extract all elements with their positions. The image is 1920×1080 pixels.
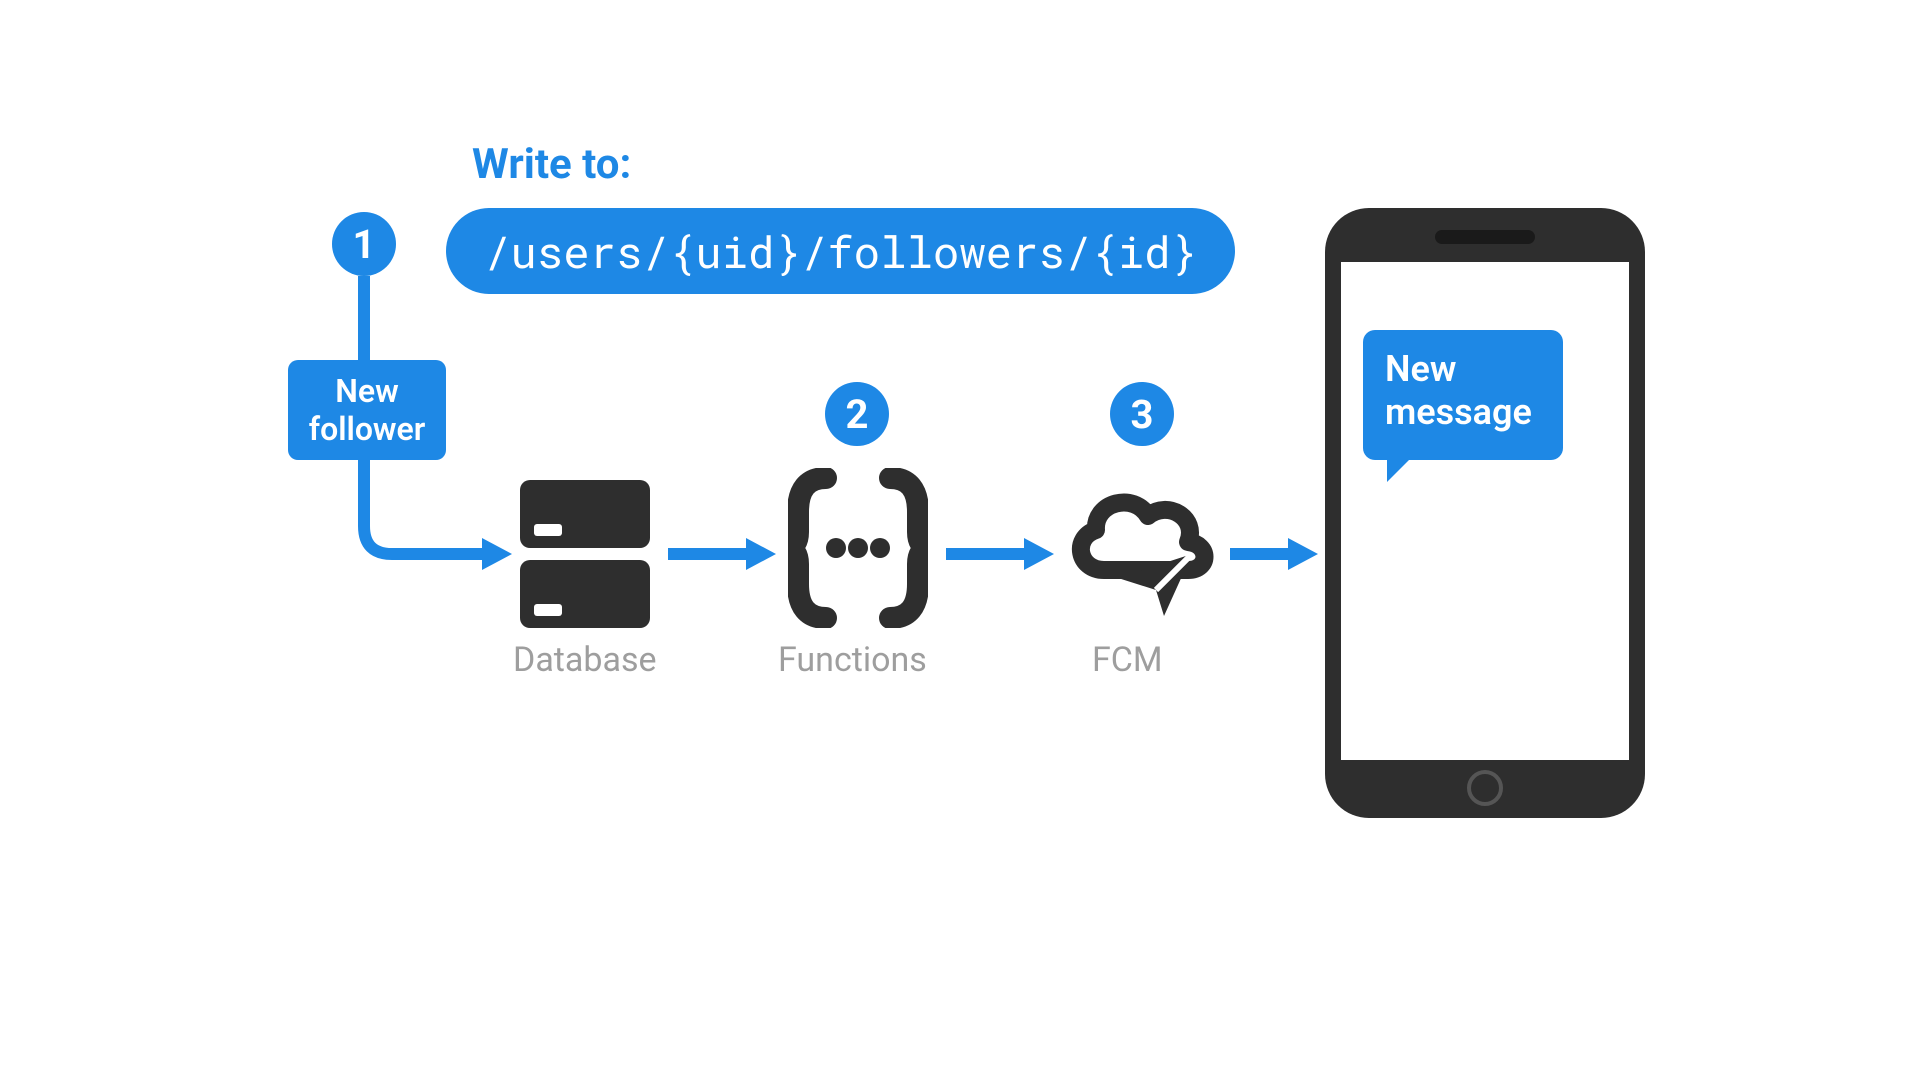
- database-icon: [520, 480, 650, 630]
- functions-label: Functions: [778, 640, 927, 680]
- new-follower-box: New follower: [288, 360, 446, 460]
- phone-screen: New message: [1341, 262, 1629, 760]
- diagram-canvas: Write to: /users/{uid}/followers/{id} 1 …: [240, 60, 1680, 1020]
- functions-icon: [788, 468, 928, 628]
- arrow-db-to-fn: [668, 538, 776, 570]
- database-label: Database: [513, 640, 657, 680]
- arrow-fcm-to-phone: [1230, 538, 1318, 570]
- phone-speaker: [1435, 230, 1535, 244]
- arrow-follower-to-db: [352, 456, 512, 576]
- step-badge-2: 2: [825, 382, 889, 446]
- code-path-pill: /users/{uid}/followers/{id}: [446, 208, 1235, 294]
- message-bubble: New message: [1363, 330, 1563, 460]
- fcm-label: FCM: [1092, 640, 1163, 680]
- message-bubble-text: New message: [1385, 348, 1532, 433]
- new-follower-text: New follower: [309, 372, 426, 449]
- arrow-fn-to-fcm: [946, 538, 1054, 570]
- fcm-icon: [1060, 478, 1220, 628]
- phone-body: New message: [1325, 208, 1645, 818]
- write-to-label: Write to:: [472, 140, 631, 189]
- step-badge-1: 1: [332, 212, 396, 276]
- connector-step1-down: [358, 276, 370, 362]
- phone-home-button: [1467, 770, 1503, 806]
- step-badge-3: 3: [1110, 382, 1174, 446]
- phone-device: New message: [1325, 208, 1645, 818]
